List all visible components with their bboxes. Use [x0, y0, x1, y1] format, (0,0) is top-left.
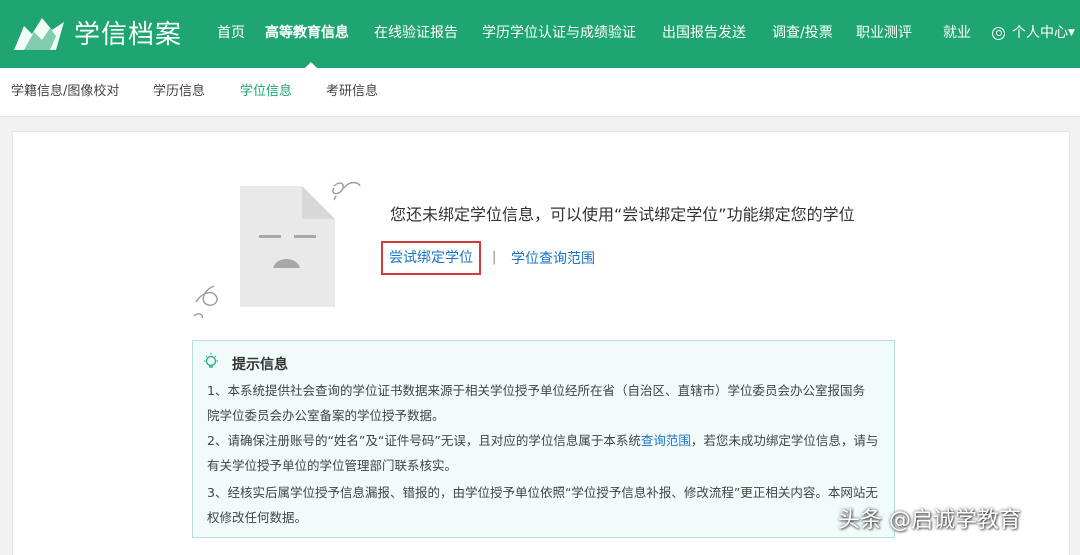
- tip-line-3-text-end: ，若您未成功绑定学位信息，请与: [690, 433, 879, 448]
- chevron-down-icon[interactable]: ▼: [1068, 28, 1075, 38]
- logo-icon[interactable]: [12, 16, 66, 52]
- subnav-enrollment-photo-check[interactable]: 学籍信息/图像校对: [11, 83, 119, 101]
- nav-home[interactable]: 首页: [217, 23, 245, 43]
- nav-online-verification-report[interactable]: 在线验证报告: [374, 23, 458, 43]
- nav-overseas-report[interactable]: 出国报告发送: [662, 23, 746, 43]
- brand-name[interactable]: 学信档案: [74, 17, 182, 53]
- tip-line-1: 1、本系统提供社会查询的学位证书数据来源于相关学位授予单位经所在省（自治区、直辖…: [207, 383, 865, 398]
- nav-degree-certification[interactable]: 学历学位认证与成绩验证: [482, 23, 636, 43]
- user-center-menu[interactable]: 个人中心: [1012, 23, 1068, 43]
- sub-navigation: 学籍信息/图像校对 学历信息 学位信息 考研信息: [0, 68, 1080, 117]
- try-bind-degree-button[interactable]: 尝试绑定学位: [381, 241, 481, 275]
- empty-document-illustration: [193, 181, 361, 319]
- user-icon[interactable]: [992, 27, 1005, 40]
- top-navigation-bar: 学信档案 首页 高等教育信息 在线验证报告 学历学位认证与成绩验证 出国报告发送…: [0, 0, 1080, 69]
- tip-line-2: 院学位委员会办公室备案的学位授予数据。: [207, 408, 445, 423]
- tip-line-4: 有关学位授予单位的学位管理部门联系核实。: [207, 458, 458, 473]
- query-scope-link[interactable]: 查询范围: [641, 433, 691, 448]
- tip-line-3-text-start: 2、请确保注册账号的“姓名”及“证件号码”无误，且对应的学位信息属于本系统: [207, 433, 641, 448]
- subnav-degree-info[interactable]: 学位信息: [240, 83, 292, 101]
- tip-line-6: 权修改任何数据。: [207, 510, 308, 525]
- tip-line-5: 3、经核实后属学位授予信息漏报、错报的，由学位授予单位依照“学位授予信息补报、修…: [207, 485, 878, 500]
- nav-higher-education-info[interactable]: 高等教育信息: [265, 23, 349, 43]
- nav-survey-vote[interactable]: 调查/投票: [772, 23, 833, 43]
- tips-title: 提示信息: [232, 357, 288, 373]
- nav-career-assessment[interactable]: 职业测评: [856, 23, 912, 43]
- tip-line-3: 2、请确保注册账号的“姓名”及“证件号码”无误，且对应的学位信息属于本系统查询范…: [207, 432, 878, 450]
- link-separator: |: [492, 250, 497, 265]
- subnav-postgrad-exam-info[interactable]: 考研信息: [326, 83, 378, 101]
- nav-employment[interactable]: 就业: [943, 23, 971, 43]
- degree-query-scope-link[interactable]: 学位查询范围: [511, 249, 595, 269]
- unbound-degree-message: 您还未绑定学位信息，可以使用“尝试绑定学位”功能绑定您的学位: [390, 205, 855, 224]
- subnav-education-info[interactable]: 学历信息: [153, 83, 205, 101]
- lightbulb-icon: [204, 353, 218, 368]
- watermark: 头条 @启诚学教育: [838, 508, 1021, 533]
